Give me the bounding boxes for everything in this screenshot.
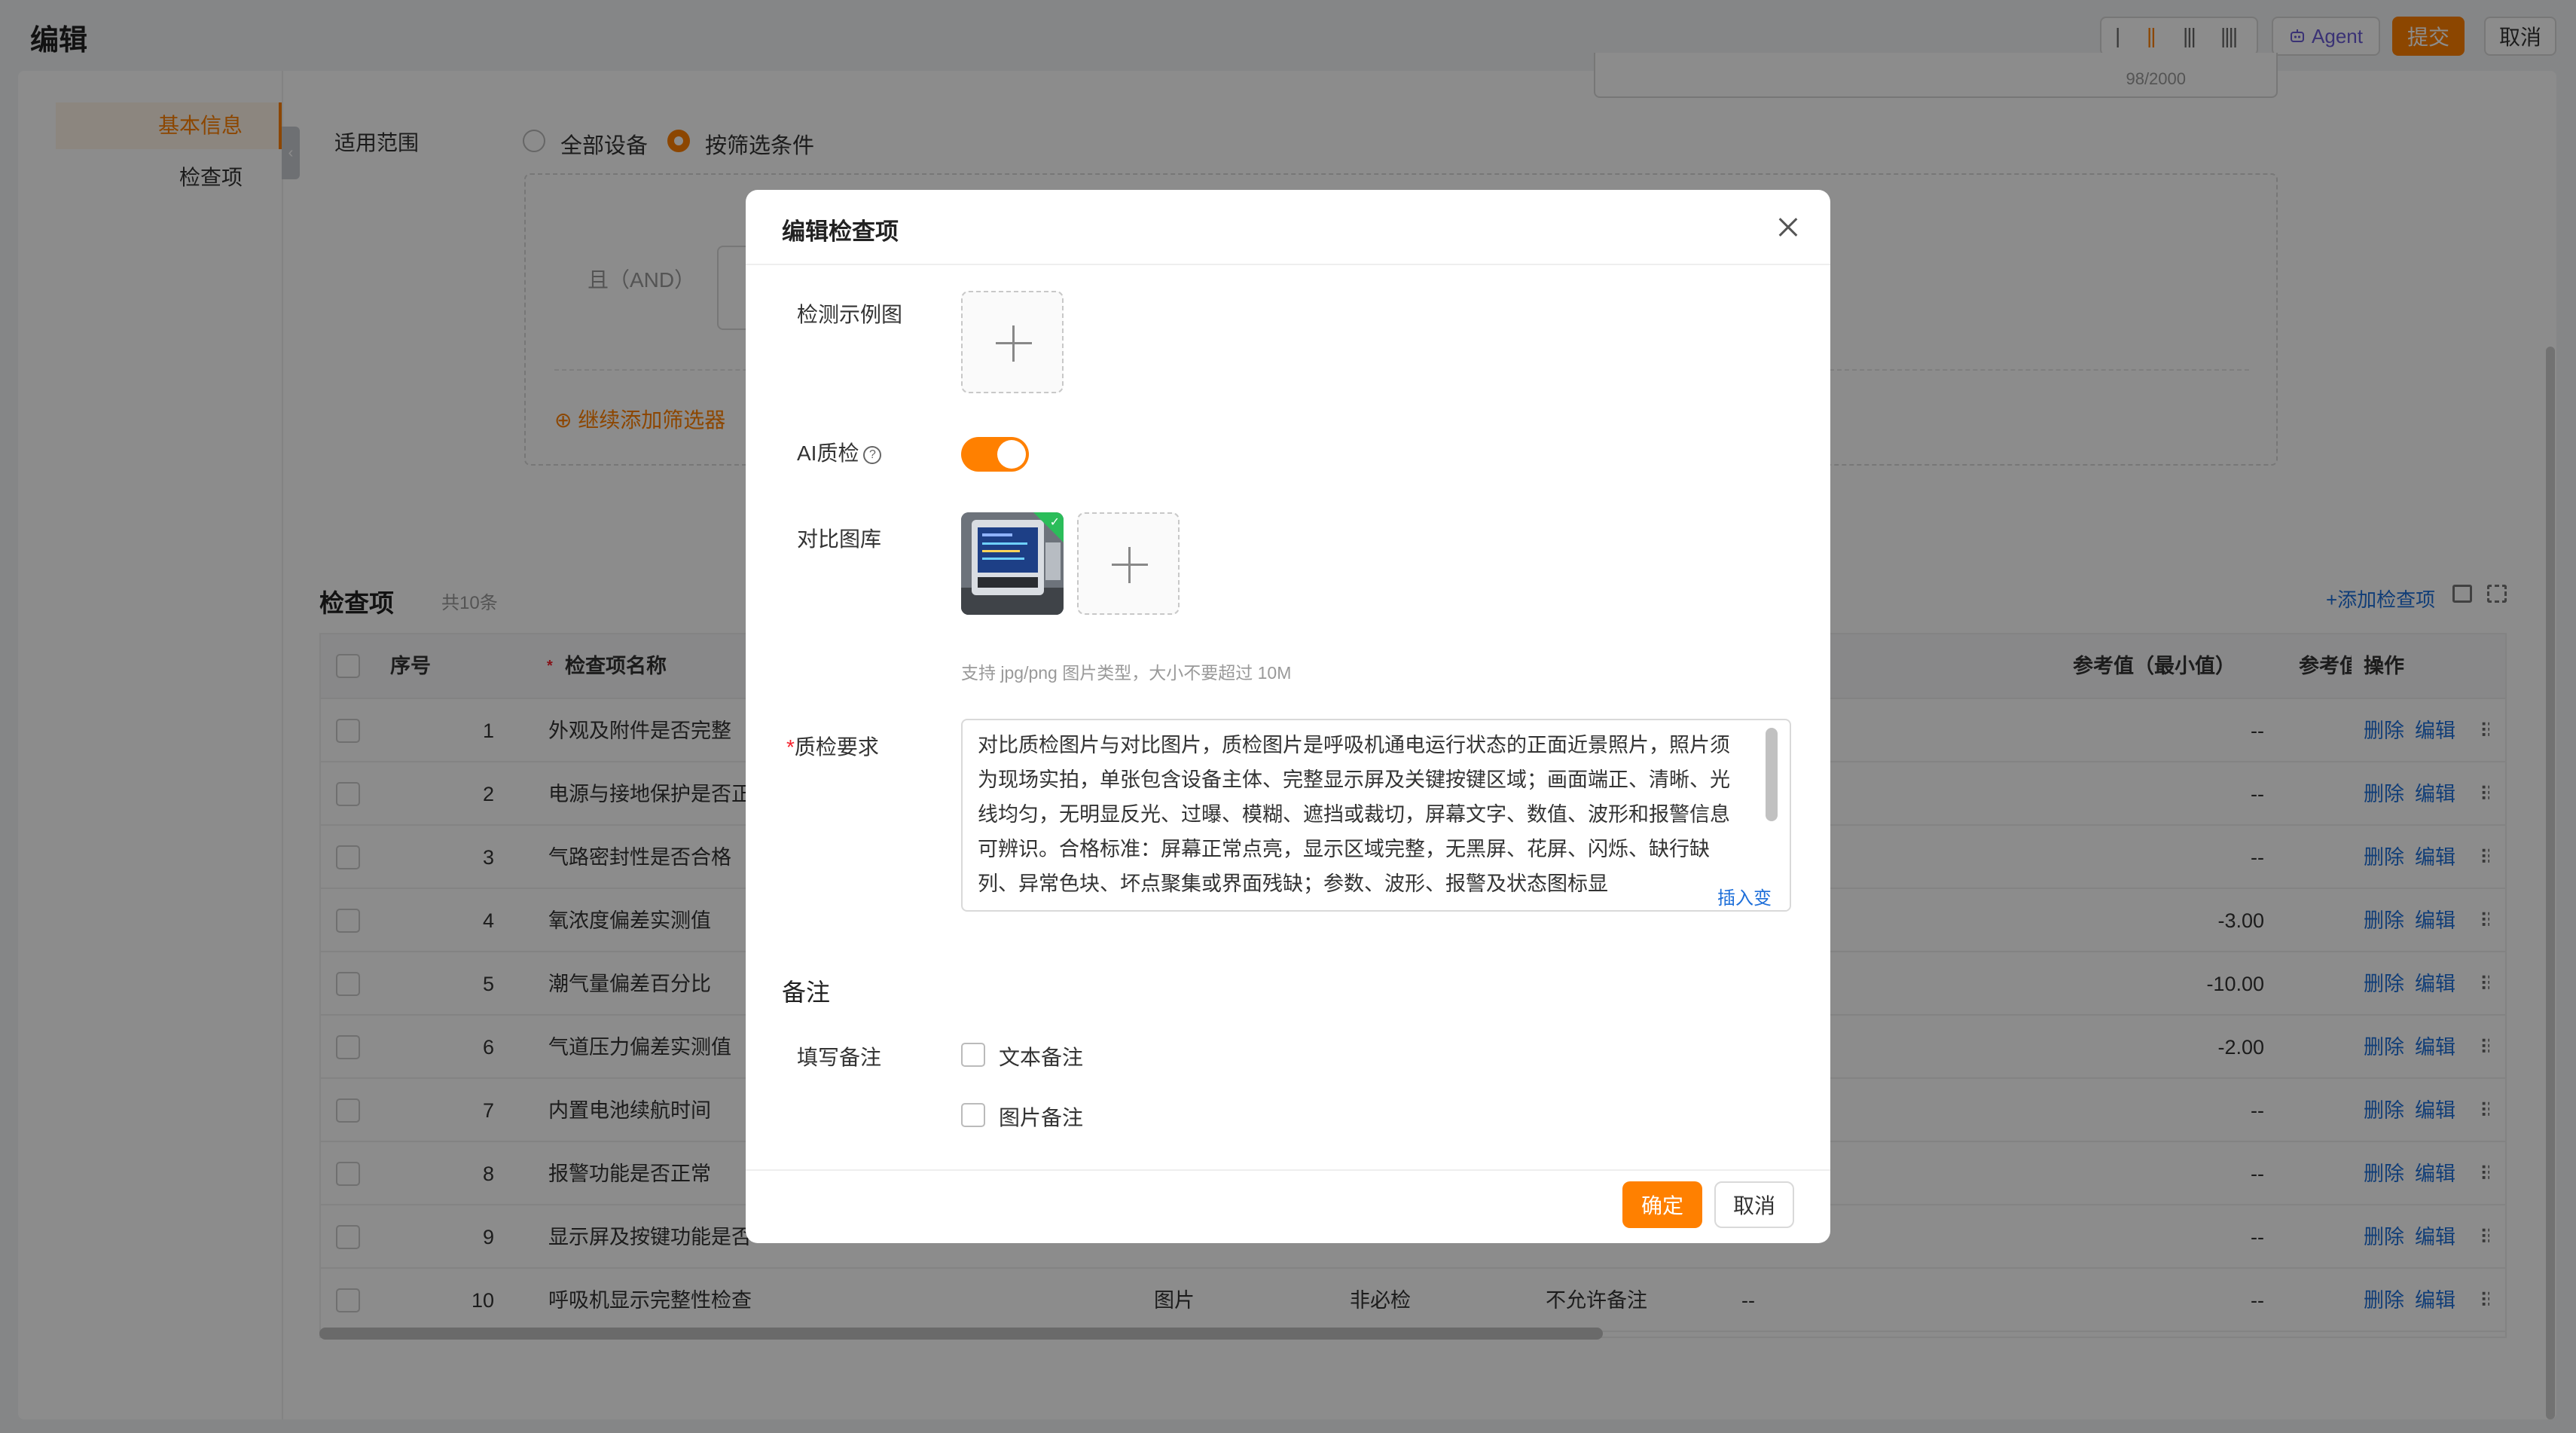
text-remark-label[interactable]: 文本备注	[999, 1041, 1083, 1071]
requirement-label: *质检要求	[786, 731, 879, 761]
insert-variable-link[interactable]: 插入变量	[1716, 883, 1790, 910]
required-asterisk: *	[786, 735, 795, 759]
requirement-text[interactable]: 对比质检图片与对比图片，质检图片是呼吸机通电运行状态的正面近景照片，照片须为现场…	[978, 728, 1731, 903]
gallery-thumbnail[interactable]: ✓	[961, 512, 1064, 615]
requirement-label-text: 质检要求	[794, 735, 879, 759]
remark-label: 填写备注	[797, 1046, 882, 1069]
requirement-textarea[interactable]: 对比质检图片与对比图片，质检图片是呼吸机通电运行状态的正面近景照片，照片须为现场…	[961, 719, 1791, 912]
remark-section-title: 备注	[782, 979, 831, 1006]
close-icon[interactable]	[1773, 212, 1803, 243]
ai-qc-label-text: AI质检	[797, 442, 859, 465]
sample-image-upload[interactable]	[961, 291, 1064, 393]
ai-qc-label: AI质检?	[797, 437, 882, 467]
check-icon: ✓	[1049, 516, 1060, 529]
upload-hint: 支持 jpg/png 图片类型，大小不要超过 10M	[961, 663, 1292, 683]
confirm-button[interactable]: 确定	[1622, 1181, 1702, 1228]
gallery-add-upload[interactable]	[1077, 512, 1180, 615]
modal-header: 编辑检查项	[746, 190, 1830, 265]
image-remark-label[interactable]: 图片备注	[999, 1101, 1083, 1132]
modal-title: 编辑检查项	[782, 218, 899, 245]
toggle-knob	[997, 440, 1026, 469]
ai-qc-toggle[interactable]	[961, 437, 1029, 472]
image-remark-checkbox[interactable]	[961, 1103, 985, 1127]
text-remark-checkbox[interactable]	[961, 1043, 985, 1067]
modal-cancel-button[interactable]: 取消	[1714, 1181, 1794, 1228]
textarea-scrollbar[interactable]	[1766, 728, 1778, 821]
gallery-label: 对比图库	[797, 527, 882, 551]
edit-check-item-modal: 编辑检查项 检测示例图 AI质检? 对比图库 ✓ 支持 jpg/png 图片类型…	[746, 190, 1830, 1243]
sample-image-label: 检测示例图	[797, 303, 903, 326]
help-icon[interactable]: ?	[863, 446, 882, 464]
